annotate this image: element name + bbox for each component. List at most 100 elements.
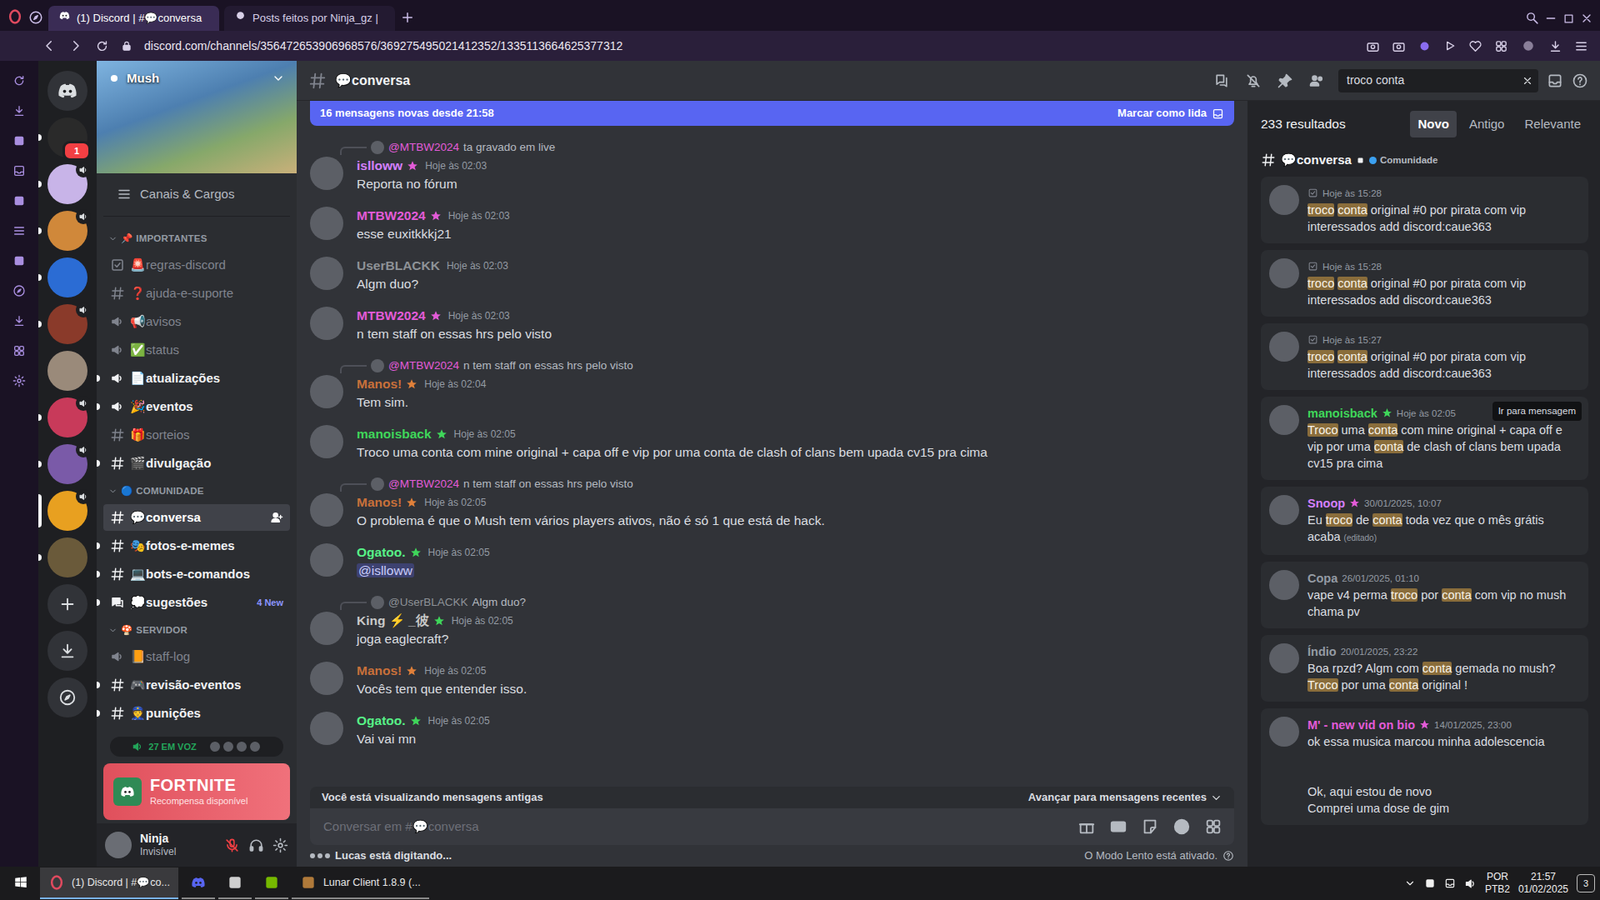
- sort-tab[interactable]: Novo: [1410, 110, 1457, 139]
- message[interactable]: MTBW2024Hoje às 02:03n tem staff on essa…: [296, 299, 1248, 350]
- url-field[interactable]: discord.com/channels/356472653906968576/…: [144, 37, 623, 55]
- channel-name[interactable]: ✅status: [130, 340, 284, 360]
- search-result[interactable]: M' - new vid on bio14/01/2025, 23:00ok e…: [1260, 708, 1589, 825]
- sidebar-app-2-icon[interactable]: [12, 134, 26, 148]
- avatar[interactable]: [1269, 405, 1300, 435]
- category-header[interactable]: 🔵COMUNIDADE: [96, 477, 290, 504]
- channels-roles[interactable]: Canais & Cargos: [103, 173, 290, 217]
- server-banner[interactable]: Mush: [96, 60, 297, 174]
- search-box[interactable]: [1338, 69, 1539, 93]
- screenshot-icon[interactable]: [1391, 39, 1406, 54]
- channel-name[interactable]: 👮punições: [130, 704, 284, 724]
- jump-tooltip[interactable]: Ir para mensagem: [1492, 401, 1582, 421]
- channel-name[interactable]: 💬conversa: [130, 508, 265, 528]
- sidebar-app-9-icon[interactable]: [12, 344, 26, 358]
- favorites-icon[interactable]: [1468, 39, 1483, 54]
- channel-name[interactable]: 📢avisos: [130, 312, 284, 332]
- tab-label[interactable]: Posts feitos por Ninja_gz |: [252, 10, 379, 27]
- message[interactable]: @MTBW2024ta gravado em liveisllowwHoje à…: [296, 130, 1248, 200]
- clock[interactable]: 21:5701/02/2025: [1518, 870, 1569, 896]
- sort-tab[interactable]: Relevante: [1516, 110, 1589, 139]
- author-name[interactable]: King ⚡ _彼: [356, 611, 430, 630]
- reply-preview[interactable]: @MTBW2024n tem staff on essas hrs pelo v…: [310, 356, 1235, 375]
- opera-logo-icon[interactable]: [6, 8, 24, 25]
- sidebar-app-6-icon[interactable]: [12, 254, 26, 268]
- sidebar-app-8-icon[interactable]: [12, 314, 26, 328]
- author-name[interactable]: Manos!: [356, 493, 402, 512]
- message[interactable]: Manos!Hoje às 02:05Vocês tem que entende…: [296, 654, 1248, 705]
- search-result[interactable]: Índio20/01/2025, 23:22Boa rpzd? Algm com…: [1260, 635, 1589, 702]
- message[interactable]: @UserBLACKKAlgm duo?King ⚡ _彼Hoje às 02:…: [296, 585, 1248, 655]
- reply-text[interactable]: ta gravado em live: [463, 139, 555, 156]
- search-result[interactable]: Hoje às 15:28troco conta original #0 por…: [1260, 250, 1589, 317]
- category-name[interactable]: SERVIDOR: [135, 623, 188, 638]
- channel-button[interactable]: 🎭fotos-e-memes: [103, 532, 290, 560]
- channel-item[interactable]: 🚨regras-discord: [96, 250, 290, 280]
- apps-icon[interactable]: [1204, 817, 1223, 836]
- vpn-badge-icon[interactable]: [1417, 39, 1432, 54]
- channel-label[interactable]: 💬conversa: [1280, 150, 1352, 170]
- avatar[interactable]: [1269, 643, 1300, 674]
- channel-item[interactable]: 👮punições: [96, 699, 290, 728]
- channel-item[interactable]: 📙staff-log: [96, 642, 290, 671]
- channel-name[interactable]: 🎁sorteios: [130, 425, 284, 445]
- gift-icon[interactable]: [1077, 817, 1096, 836]
- jump-to-present[interactable]: Avançar para mensagens recentes: [1028, 789, 1223, 806]
- maximize-icon[interactable]: [1562, 12, 1575, 25]
- user-mention[interactable]: @islloww: [356, 563, 415, 578]
- reply-text[interactable]: n tem staff on essas hrs pelo visto: [463, 357, 634, 375]
- channel-button[interactable]: 📄atualizações: [103, 365, 290, 392]
- channel-item[interactable]: 🎭fotos-e-memes: [96, 531, 290, 560]
- author-name[interactable]: Ogatoo.: [356, 711, 406, 730]
- channel-name[interactable]: 🎮revisão-eventos: [130, 675, 284, 695]
- reward-banner[interactable]: FORTNITERecompensa disponível: [103, 763, 290, 820]
- avatar[interactable]: [310, 256, 344, 290]
- author-name[interactable]: MTBW2024: [356, 206, 426, 225]
- sidebar-app-10-icon[interactable]: [12, 374, 26, 388]
- extensions-icon[interactable]: [1494, 39, 1509, 54]
- search-result[interactable]: Snoop30/01/2025, 10:07Eu troco de conta …: [1260, 486, 1589, 555]
- channel-name[interactable]: 📙staff-log: [130, 647, 284, 667]
- sticker-icon[interactable]: [1140, 817, 1160, 836]
- reply-author[interactable]: @MTBW2024: [388, 139, 460, 156]
- new-tab-icon[interactable]: [400, 10, 415, 25]
- avatar[interactable]: [310, 611, 344, 645]
- sidebar-app-5-icon[interactable]: [12, 224, 26, 238]
- taskbar-label[interactable]: (1) Discord | #💬co...: [71, 875, 170, 891]
- taskbar-app[interactable]: (1) Discord | #💬co...: [40, 867, 179, 900]
- channel-button[interactable]: 🎉eventos: [103, 393, 290, 420]
- minimize-icon[interactable]: [1544, 11, 1558, 25]
- taskbar-label[interactable]: Lunar Client 1.8.9 (...: [323, 875, 421, 891]
- channel-item[interactable]: 📄atualizações: [96, 364, 290, 393]
- message[interactable]: UserBLACKKHoje às 02:03Algm duo?: [296, 249, 1248, 300]
- message-input[interactable]: [321, 816, 1065, 838]
- user-avatar[interactable]: [105, 831, 132, 859]
- new-messages-bar[interactable]: 16 mensagens novas desde 21:58Marcar com…: [310, 100, 1235, 126]
- message[interactable]: Ogatoo.Hoje às 02:05Vai vai mn: [296, 704, 1248, 755]
- channel-button[interactable]: 🎁sorteios: [103, 421, 290, 449]
- channel-name[interactable]: 📄atualizações: [130, 369, 284, 389]
- category-name[interactable]: IMPORTANTES: [135, 231, 207, 246]
- avatar[interactable]: [310, 711, 344, 745]
- reply-text[interactable]: Algm duo?: [471, 594, 526, 611]
- author-name[interactable]: UserBLACKK: [356, 256, 440, 275]
- author-name[interactable]: Manos!: [356, 661, 402, 680]
- channel-button[interactable]: ✅status: [103, 336, 290, 364]
- user-name[interactable]: Ninja: [140, 831, 216, 846]
- taskbar-app[interactable]: Lunar Client 1.8.9 (...: [291, 867, 430, 900]
- channel-button[interactable]: ❓ajuda-e-suporte: [103, 280, 290, 307]
- avatar[interactable]: [310, 156, 344, 190]
- reply-preview[interactable]: @MTBW2024n tem staff on essas hrs pelo v…: [310, 475, 1235, 494]
- sidebar-app-7-icon[interactable]: [12, 284, 26, 298]
- sort-tab[interactable]: Antigo: [1461, 110, 1513, 139]
- search-result[interactable]: Hoje às 15:27troco conta original #0 por…: [1260, 323, 1589, 390]
- server-icon[interactable]: [47, 350, 88, 391]
- emoji-icon[interactable]: [1172, 817, 1191, 836]
- reply-preview[interactable]: @MTBW2024ta gravado em live: [310, 138, 1235, 157]
- date[interactable]: 01/02/2025: [1518, 883, 1569, 896]
- invite-icon[interactable]: [270, 510, 284, 525]
- gif-icon[interactable]: [1109, 817, 1128, 836]
- channel-item[interactable]: 💭sugestões4 New: [96, 588, 290, 617]
- avatar[interactable]: [1269, 495, 1300, 525]
- network-icon[interactable]: [1444, 877, 1456, 890]
